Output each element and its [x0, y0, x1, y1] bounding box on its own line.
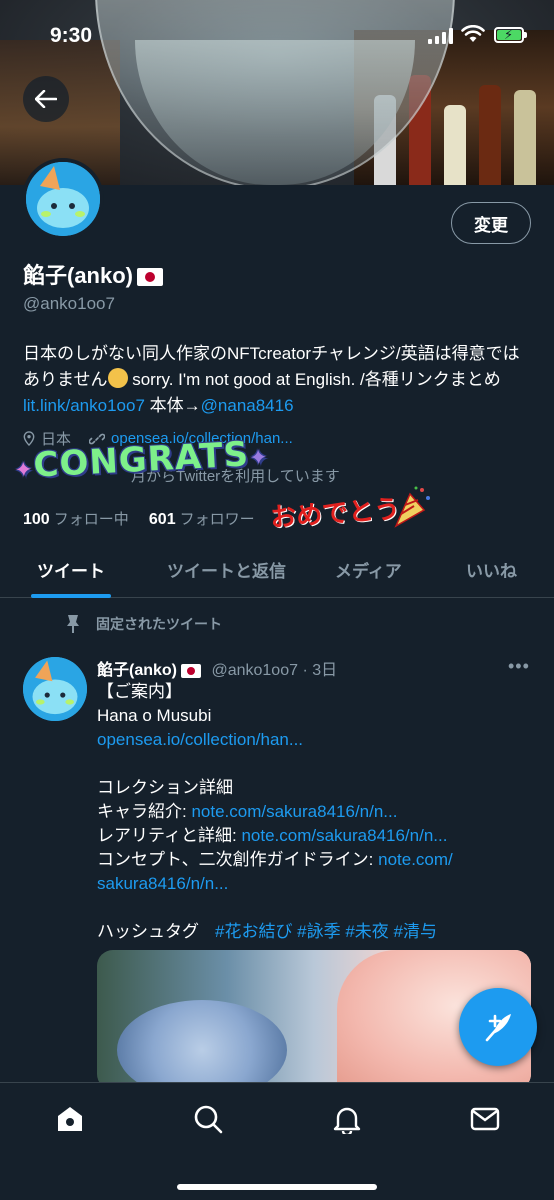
tweet-handle-time: @anko1oo7 · 3日 — [211, 662, 338, 679]
party-popper-icon — [394, 486, 430, 528]
location-pin-icon — [23, 431, 35, 446]
bell-icon — [333, 1107, 361, 1134]
confetti-icon: ✦ — [13, 457, 35, 484]
nav-home[interactable] — [54, 1103, 86, 1135]
tweet-header: 餡子(anko) @anko1oo7 · 3日 — [97, 656, 337, 680]
tweet-line: キャラ紹介: — [97, 802, 192, 821]
home-indicator — [177, 1184, 377, 1190]
person-bowing-icon — [107, 368, 128, 388]
hashtag-label: ハッシュタグ — [97, 922, 199, 941]
bio-link-mention[interactable]: @nana8416 — [201, 396, 294, 415]
tweet-link-note[interactable]: note.com/ — [378, 850, 453, 869]
following-label: フォロー中 — [53, 511, 129, 528]
tab-tweets[interactable]: ツイート — [37, 557, 105, 582]
profile-handle: @anko1oo7 — [23, 294, 115, 313]
tweet-link-note[interactable]: note.com/sakura8416/n/n... — [241, 826, 447, 845]
tweet-line: 【ご案内】 — [97, 682, 182, 701]
following-count: 100 — [23, 511, 50, 528]
tab-likes[interactable]: いいね — [466, 557, 517, 582]
edit-profile-button[interactable]: 変更 — [451, 202, 531, 244]
cat-avatar-image — [26, 162, 100, 236]
pinned-label-text: 固定されたツイート — [96, 616, 222, 632]
arrow-left-icon — [35, 90, 57, 108]
feather-plus-icon — [485, 1014, 511, 1042]
bio-link-litlink[interactable]: lit.link/anko1oo7 — [23, 396, 145, 415]
tweet-body: 【ご案内】 Hana o Musubi opensea.io/collectio… — [97, 680, 537, 944]
back-button[interactable] — [23, 76, 69, 122]
tweet-line: Hana o Musubi — [97, 706, 212, 725]
active-tab-indicator — [31, 594, 111, 598]
profile-tabs: ツイート ツイートと返信 メディア いいね — [0, 540, 554, 598]
battery-icon: ⚡ — [494, 27, 527, 43]
profile-display-name: 餡子(anko) — [23, 258, 164, 290]
tweet-author-name[interactable]: 餡子(anko) — [97, 662, 177, 679]
bottle — [444, 105, 466, 185]
japan-flag-icon — [181, 663, 202, 678]
followers-count: 601 — [148, 511, 176, 528]
nav-notifications[interactable] — [331, 1103, 363, 1135]
tweet-link-note[interactable]: note.com/sakura8416/n/n... — [191, 802, 397, 821]
pinned-tweet-label: 固定されたツイート — [64, 614, 222, 634]
bottom-navigation — [0, 1082, 554, 1200]
followers-link[interactable]: 601 フォロワー — [149, 511, 255, 528]
home-icon — [58, 1107, 82, 1131]
follow-stats: 100 フォロー中 601 フォロワー — [23, 508, 255, 529]
status-time: 9:30 — [50, 24, 93, 47]
tab-media[interactable]: メディア — [335, 557, 402, 582]
bio-text: sorry. I'm not good at English. /各種リンクまと… — [127, 370, 501, 389]
pin-icon — [67, 615, 79, 633]
tab-tweets-and-replies[interactable]: ツイートと返信 — [167, 557, 286, 582]
more-options-icon[interactable]: ••• — [508, 656, 530, 677]
status-bar: 9:30 ⚡ — [0, 0, 554, 70]
hydrangea-illustration — [117, 1000, 287, 1090]
bottle — [514, 90, 536, 185]
nav-search[interactable] — [192, 1103, 224, 1135]
display-name-text: 餡子(anko) — [23, 263, 134, 288]
envelope-icon — [470, 1107, 500, 1131]
cellular-signal-icon — [428, 28, 453, 44]
japan-flag-icon — [137, 268, 164, 287]
tweet-avatar[interactable] — [23, 657, 87, 721]
profile-avatar[interactable] — [22, 158, 104, 240]
bottle — [479, 85, 501, 185]
tweet-link-opensea[interactable]: opensea.io/collection/han... — [97, 728, 537, 752]
profile-bio: 日本のしがない同人作家のNFTcreatorチャレンジ/英語は得意ではありません… — [23, 341, 533, 419]
search-icon — [194, 1105, 223, 1134]
nav-messages[interactable] — [469, 1103, 501, 1135]
tweet-link-note-cont[interactable]: sakura8416/n/n... — [97, 872, 537, 896]
omedetou-sticker: おめでとう — [269, 494, 402, 534]
tweet-line: レアリティと詳細: — [97, 826, 242, 845]
tweet-line: コレクション詳細 — [97, 778, 233, 797]
followers-label: フォロワー — [179, 511, 255, 528]
tweet-hashtags[interactable]: #花お結び #詠季 #未夜 #清与 — [215, 922, 437, 941]
confetti-icon: ✦ — [248, 445, 270, 472]
compose-tweet-button[interactable] — [459, 988, 537, 1066]
cat-avatar-image — [23, 657, 87, 721]
tweet-line: コンセプト、二次創作ガイドライン: — [97, 850, 379, 869]
following-link[interactable]: 100 フォロー中 — [23, 511, 129, 528]
bio-text: 本体→ — [144, 396, 201, 415]
wifi-icon — [461, 25, 485, 42]
